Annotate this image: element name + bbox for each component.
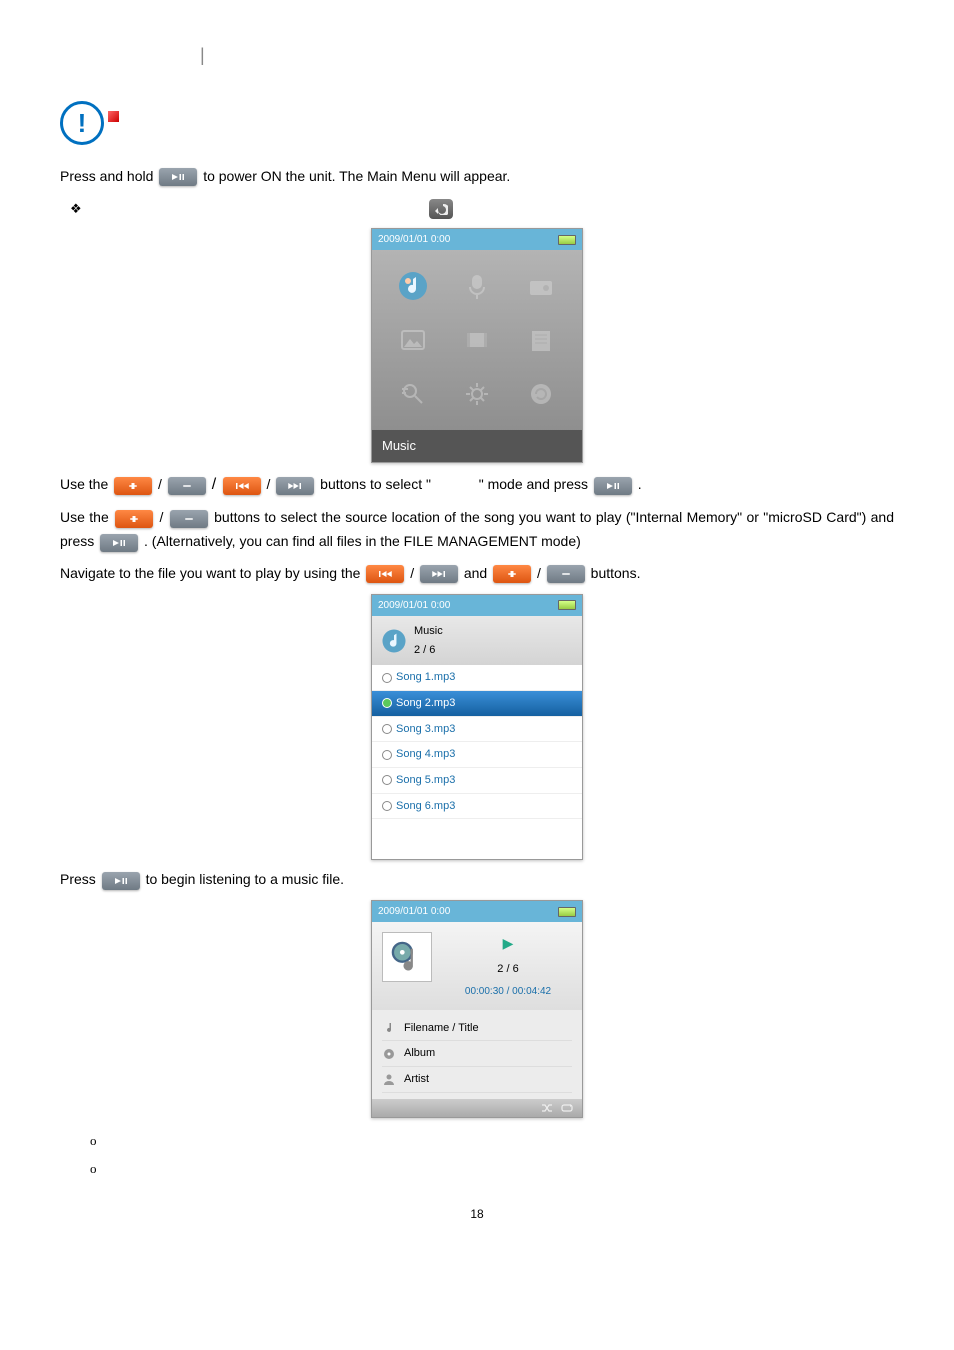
status-bar: 2009/01/01 0:00	[372, 901, 582, 922]
bullet-list: o o	[60, 1130, 894, 1180]
file-name: Song 3.mp3	[396, 720, 455, 739]
text-cursor: |	[200, 40, 894, 71]
play-pause-button-icon	[594, 477, 632, 495]
file-dot-icon	[382, 673, 392, 683]
player-artist-row: Artist	[382, 1067, 572, 1093]
instruction-navigate: Navigate to the file you want to play by…	[60, 562, 894, 586]
file-row: Song 5.mp3	[372, 768, 582, 794]
back-icon	[429, 199, 453, 219]
play-pause-button-icon	[159, 168, 197, 186]
minus-button-icon	[168, 477, 206, 495]
minus-button-icon	[547, 565, 585, 583]
section-marker	[108, 111, 119, 122]
menu-radio-icon	[512, 262, 570, 310]
track-time: 00:00:30 / 00:04:42	[444, 983, 572, 1000]
status-bar: 2009/01/01 0:00	[372, 229, 582, 250]
menu-music-icon	[384, 262, 442, 310]
menu-delete-icon	[512, 370, 570, 418]
file-dot-icon	[382, 750, 392, 760]
battery-icon	[558, 235, 576, 245]
screenshot-file-list: 2009/01/01 0:00 Music 2 / 6 Song 1.mp3 So…	[371, 594, 583, 861]
playing-indicator-icon: ▶	[444, 932, 572, 956]
instruction-press-play: Press to begin listening to a music file…	[60, 868, 894, 892]
menu-file-icon	[384, 370, 442, 418]
file-row: Song 2.mp3	[372, 691, 582, 717]
alert-icon: !	[60, 101, 104, 145]
next-button-icon	[420, 565, 458, 583]
file-name: Song 2.mp3	[396, 694, 455, 713]
shuffle-icon	[540, 1102, 554, 1114]
play-pause-button-icon	[100, 534, 138, 552]
file-name: Song 4.mp3	[396, 745, 455, 764]
player-title-row: Filename / Title	[382, 1016, 572, 1042]
plus-button-icon	[114, 477, 152, 495]
status-datetime: 2009/01/01 0:00	[378, 231, 450, 248]
file-name: Song 6.mp3	[396, 797, 455, 816]
file-dot-icon	[382, 801, 392, 811]
list-header-title: Music	[414, 622, 443, 641]
plus-button-icon	[493, 565, 531, 583]
bullet-item: o	[90, 1130, 894, 1152]
next-button-icon	[276, 477, 314, 495]
play-pause-button-icon	[102, 872, 140, 890]
file-dot-icon	[382, 775, 392, 785]
bullet-item: o	[90, 1158, 894, 1180]
menu-ebook-icon	[512, 316, 570, 364]
menu-photo-icon	[384, 316, 442, 364]
file-row: Song 1.mp3	[372, 665, 582, 691]
repeat-icon	[560, 1102, 574, 1114]
minus-button-icon	[170, 510, 208, 528]
album-art-icon	[382, 932, 432, 982]
prev-button-icon	[366, 565, 404, 583]
menu-settings-icon	[448, 370, 506, 418]
screenshot-now-playing: 2009/01/01 0:00 ▶ 2 / 6 00:00:30 / 00:04…	[371, 900, 583, 1118]
instruction-select-source: Use the / buttons to select the source l…	[60, 506, 894, 554]
page-number: 18	[60, 1204, 894, 1224]
file-dot-icon	[382, 698, 392, 708]
prev-button-icon	[223, 477, 261, 495]
status-bar: 2009/01/01 0:00	[372, 595, 582, 616]
file-name: Song 1.mp3	[396, 668, 455, 687]
track-counter: 2 / 6	[444, 956, 572, 983]
file-name: Song 5.mp3	[396, 771, 455, 790]
diamond-back-row: ❖	[60, 196, 894, 220]
file-row: Song 4.mp3	[372, 742, 582, 768]
main-menu-label: Music	[372, 430, 582, 462]
battery-icon	[558, 600, 576, 610]
menu-video-icon	[448, 316, 506, 364]
player-album-row: Album	[382, 1041, 572, 1067]
file-dot-icon	[382, 724, 392, 734]
player-footer	[372, 1099, 582, 1117]
battery-icon	[558, 907, 576, 917]
file-row: Song 6.mp3	[372, 794, 582, 820]
screenshot-main-menu: 2009/01/01 0:00	[371, 228, 583, 463]
list-header: Music 2 / 6	[372, 616, 582, 665]
diamond-icon: ❖	[70, 201, 82, 216]
file-row: Song 3.mp3	[372, 717, 582, 743]
list-header-counter: 2 / 6	[414, 641, 443, 660]
instruction-power-on: Press and hold to power ON the unit. The…	[60, 165, 894, 189]
menu-recorder-icon	[448, 262, 506, 310]
plus-button-icon	[115, 510, 153, 528]
instruction-select-mode: Use the / / / buttons to select " " mode…	[60, 471, 894, 498]
